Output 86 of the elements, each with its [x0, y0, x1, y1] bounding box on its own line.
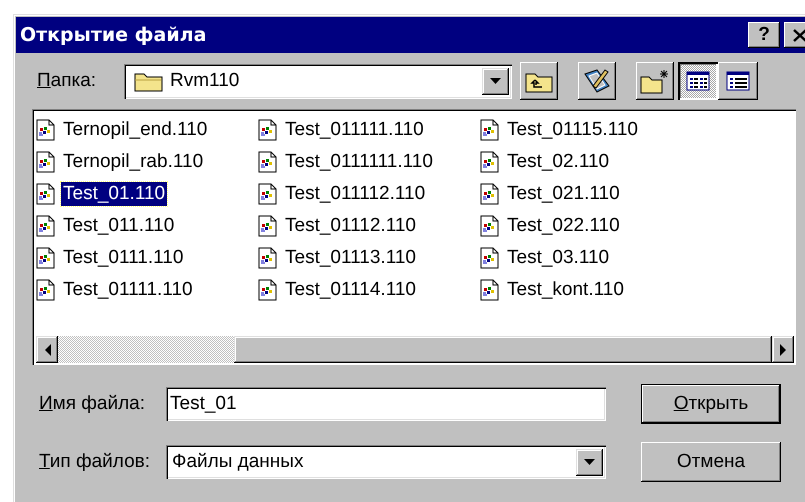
file-item[interactable]: Test_0111111.110	[258, 146, 480, 178]
file-item[interactable]: Test_kont.110	[480, 274, 702, 306]
scroll-thumb[interactable]	[234, 336, 772, 363]
file-item[interactable]: Test_01111.110	[36, 274, 258, 306]
details-view-button[interactable]	[718, 62, 758, 100]
open-button[interactable]: Открыть	[641, 384, 781, 424]
file-name: Test_0111111.110	[284, 150, 434, 174]
file-icon	[258, 183, 278, 205]
file-name: Test_01111.110	[62, 278, 194, 302]
new-folder-button[interactable]	[636, 62, 674, 100]
folder-name: Rvm110	[170, 70, 240, 92]
file-item[interactable]: Test_01115.110	[480, 114, 702, 146]
file-name: Test_kont.110	[506, 278, 625, 302]
file-type-dropdown[interactable]: Файлы данных	[166, 445, 606, 479]
file-name: Test_01112.110	[284, 214, 417, 238]
file-item[interactable]: Test_011112.110	[258, 178, 480, 210]
file-icon	[480, 183, 500, 205]
left-arrow-icon	[44, 344, 50, 356]
file-item[interactable]: Test_03.110	[480, 242, 702, 274]
new-folder-icon	[640, 68, 670, 94]
file-item[interactable]: Ternopil_rab.110	[36, 146, 258, 178]
file-icon	[36, 279, 56, 301]
details-view-icon	[726, 71, 750, 91]
file-name: Test_022.110	[506, 214, 621, 238]
file-icon	[480, 215, 500, 237]
file-item[interactable]: Test_022.110	[480, 210, 702, 242]
list-view-button[interactable]	[678, 62, 718, 100]
file-item[interactable]: Test_01113.110	[258, 242, 480, 274]
file-icon	[258, 119, 278, 141]
file-item[interactable]: Test_02.110	[480, 146, 702, 178]
help-button[interactable]: ?	[748, 22, 780, 48]
file-item[interactable]: Test_011.110	[36, 210, 258, 242]
file-item[interactable]: Test_01.110	[36, 178, 258, 210]
file-type-label: Тип файлов:	[38, 451, 152, 473]
up-folder-button[interactable]	[520, 62, 558, 100]
file-icon	[36, 183, 56, 205]
file-icon	[480, 247, 500, 269]
file-item[interactable]: Test_0111.110	[36, 242, 258, 274]
folder-label: Папка:	[36, 70, 98, 92]
dropdown-button[interactable]	[576, 448, 603, 476]
file-item[interactable]: Test_011111.110	[258, 114, 480, 146]
folder-dropdown[interactable]: Rvm110	[124, 64, 512, 98]
file-icon	[480, 119, 500, 141]
file-icon	[480, 279, 500, 301]
window-title: Открытие файла	[20, 24, 206, 46]
desktop-button[interactable]	[578, 62, 616, 100]
file-name: Test_01113.110	[284, 246, 417, 270]
file-name: Test_03.110	[506, 246, 610, 270]
file-name: Test_02.110	[506, 150, 610, 174]
file-name: Test_01.110	[61, 182, 168, 206]
file-icon	[36, 247, 56, 269]
right-arrow-icon	[780, 344, 786, 356]
caret-icon	[584, 458, 595, 466]
list-view-icon	[686, 71, 710, 91]
file-name-field[interactable]: Test_01	[166, 387, 606, 421]
file-icon	[36, 119, 56, 141]
dropdown-button[interactable]	[482, 68, 509, 94]
file-name: Test_01115.110	[506, 118, 639, 142]
file-icon	[480, 151, 500, 173]
file-icon	[258, 279, 278, 301]
file-name: Test_011111.110	[284, 118, 425, 142]
file-type-value: Файлы данных	[172, 451, 304, 473]
file-icon	[36, 151, 56, 173]
file-name: Ternopil_rab.110	[62, 150, 204, 174]
file-name: Ternopil_end.110	[62, 118, 208, 142]
file-name: Test_011.110	[62, 214, 176, 238]
caret-icon	[490, 78, 501, 84]
cancel-button[interactable]: Отмена	[641, 442, 781, 482]
file-name: Test_011112.110	[284, 182, 426, 206]
file-name: Test_01114.110	[284, 278, 417, 302]
file-item[interactable]: Test_01112.110	[258, 210, 480, 242]
file-icon	[258, 215, 278, 237]
file-item[interactable]: Test_021.110	[480, 178, 702, 210]
file-name: Test_0111.110	[62, 246, 184, 270]
horizontal-scrollbar[interactable]	[36, 336, 794, 363]
pencil-card-icon	[583, 68, 611, 94]
file-item[interactable]: Ternopil_end.110	[36, 114, 258, 146]
scroll-right-button[interactable]	[772, 336, 794, 363]
close-icon	[793, 28, 805, 42]
scroll-left-button[interactable]	[36, 336, 58, 363]
file-name-label: Имя файла:	[38, 393, 146, 415]
file-name: Test_021.110	[506, 182, 621, 206]
file-item[interactable]: Test_01114.110	[258, 274, 480, 306]
file-icon	[36, 215, 56, 237]
file-icon	[258, 247, 278, 269]
file-icon	[258, 151, 278, 173]
